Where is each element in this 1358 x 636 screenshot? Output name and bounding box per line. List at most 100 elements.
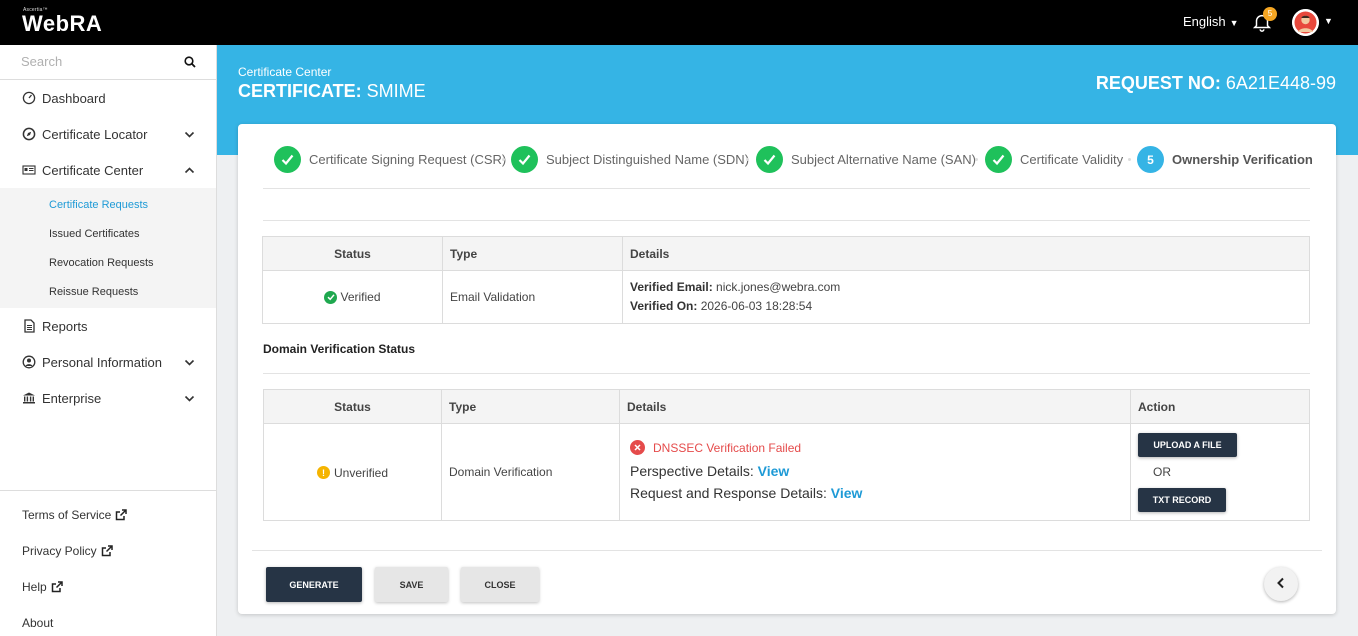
step-separator	[1128, 158, 1131, 161]
step-number: 5	[1137, 146, 1164, 173]
sidebar: Dashboard Certificate Locator Certificat…	[0, 45, 217, 636]
sidebar-subitem-revocation-requests[interactable]: Revocation Requests	[0, 248, 216, 277]
sidebar-item-certificate-locator[interactable]: Certificate Locator	[0, 116, 216, 152]
perspective-details-view-link[interactable]: View	[758, 463, 790, 479]
link-label: About	[22, 616, 54, 630]
help-link[interactable]: Help	[0, 569, 216, 605]
request-value: 6A21E448-99	[1225, 73, 1336, 93]
compass-icon	[22, 127, 36, 141]
stepper: Certificate Signing Request (CSR) Subjec…	[238, 124, 1336, 189]
step-ownership-verification[interactable]: 5 Ownership Verification	[1137, 146, 1313, 173]
sidebar-item-personal-information[interactable]: Personal Information	[0, 344, 216, 380]
step-label: Subject Alternative Name (SAN)	[791, 152, 976, 167]
language-selector[interactable]: English ▼	[1183, 14, 1239, 29]
sidebar-item-certificate-center[interactable]: Certificate Center	[0, 152, 216, 188]
divider	[263, 220, 1310, 221]
table-header-row: Status Type Details	[262, 236, 1310, 271]
type-cell: Email Validation	[442, 270, 623, 324]
step-label: Subject Distinguished Name (SDN)	[546, 152, 750, 167]
sidebar-item-label: Personal Information	[42, 354, 162, 370]
column-header: Action	[1130, 389, 1310, 424]
step-validity[interactable]: Certificate Validity	[985, 146, 1123, 173]
divider	[263, 188, 1310, 189]
document-icon	[22, 319, 36, 333]
close-button[interactable]: CLOSE	[461, 567, 539, 602]
certificate-center-submenu: Certificate Requests Issued Certificates…	[0, 188, 216, 308]
request-response-view-link[interactable]: View	[831, 485, 863, 501]
certificate-icon	[22, 163, 36, 177]
divider	[263, 373, 1310, 374]
section-title: Domain Verification Status	[263, 342, 416, 356]
notification-badge: 5	[1263, 7, 1277, 21]
status-cell: ! Unverified	[263, 423, 442, 521]
external-link-icon	[101, 545, 113, 557]
sidebar-item-enterprise[interactable]: Enterprise	[0, 380, 216, 416]
sidebar-item-dashboard[interactable]: Dashboard	[0, 80, 216, 116]
column-header: Status	[263, 389, 442, 424]
sidebar-item-reports[interactable]: Reports	[0, 308, 216, 344]
sidebar-subitem-reissue-requests[interactable]: Reissue Requests	[0, 277, 216, 306]
avatar[interactable]	[1292, 9, 1319, 36]
txt-record-button[interactable]: TXT RECORD	[1138, 487, 1226, 512]
sidebar-item-label: Reports	[42, 318, 88, 334]
chevron-left-icon	[1276, 577, 1286, 592]
search-icon[interactable]	[184, 56, 196, 71]
chevron-down-icon	[184, 128, 195, 143]
webra-logo[interactable]: Ascertia™ WebRA	[22, 7, 102, 35]
step-label: Certificate Signing Request (CSR)	[309, 152, 507, 167]
back-button[interactable]	[1264, 567, 1298, 601]
chevron-up-icon	[184, 164, 195, 179]
generate-button[interactable]: GENERATE	[266, 567, 362, 602]
error-message: DNSSEC Verification Failed	[630, 440, 1130, 455]
chevron-down-icon	[184, 392, 195, 407]
breadcrumb[interactable]: Certificate Center	[238, 65, 331, 79]
check-icon	[756, 146, 783, 173]
step-label: Ownership Verification	[1172, 152, 1313, 167]
verified-email-value: nick.jones@webra.com	[716, 280, 841, 294]
user-circle-icon	[22, 355, 36, 369]
check-icon	[511, 146, 538, 173]
link-label: Privacy Policy	[22, 544, 97, 558]
sidebar-subitem-certificate-requests[interactable]: Certificate Requests	[0, 190, 216, 219]
about-link[interactable]: About	[0, 605, 216, 636]
table-header-row: Status Type Details Action	[263, 389, 1310, 424]
user-menu-chevron-icon[interactable]: ▼	[1324, 16, 1333, 26]
upload-file-button[interactable]: UPLOAD A FILE	[1138, 432, 1237, 457]
sidebar-subitem-issued-certificates[interactable]: Issued Certificates	[0, 219, 216, 248]
check-circle-icon	[324, 290, 338, 304]
status-cell: Verified	[262, 270, 443, 324]
divider	[252, 550, 1322, 551]
step-sdn[interactable]: Subject Distinguished Name (SDN)	[511, 146, 749, 173]
detail-label: Perspective Details:	[630, 463, 754, 479]
step-separator	[502, 158, 505, 161]
error-text: DNSSEC Verification Failed	[653, 440, 802, 455]
sidebar-item-label: Dashboard	[42, 90, 106, 106]
sidebar-item-label: Enterprise	[42, 390, 102, 406]
terms-of-service-link[interactable]: Terms of Service	[0, 497, 216, 533]
search-input[interactable]	[21, 54, 171, 69]
page-title: CERTIFICATE: SMIME	[238, 81, 426, 102]
privacy-policy-link[interactable]: Privacy Policy	[0, 533, 216, 569]
save-button[interactable]: SAVE	[375, 567, 448, 602]
sidebar-search	[0, 45, 216, 80]
language-label: English	[1183, 14, 1226, 29]
step-csr[interactable]: Certificate Signing Request (CSR)	[274, 146, 506, 173]
external-link-icon	[51, 581, 63, 593]
step-separator	[975, 158, 978, 161]
action-cell: UPLOAD A FILE OR TXT RECORD	[1130, 423, 1310, 521]
warning-icon: !	[316, 466, 330, 479]
detail-label: Verified On:	[630, 299, 698, 313]
detail-label: Verified Email:	[630, 280, 713, 294]
status-badge: Verified	[340, 290, 381, 304]
column-header: Details	[622, 236, 1310, 271]
step-san[interactable]: Subject Alternative Name (SAN)	[756, 146, 976, 173]
external-link-icon	[115, 509, 128, 521]
column-header: Status	[262, 236, 443, 271]
error-icon	[630, 440, 645, 455]
dashboard-icon	[22, 91, 36, 105]
details-cell: DNSSEC Verification Failed Perspective D…	[619, 423, 1131, 521]
title-prefix: CERTIFICATE:	[238, 81, 362, 101]
table-row: Verified Email Validation Verified Email…	[262, 270, 1310, 324]
link-label: Terms of Service	[22, 508, 112, 522]
bank-icon	[22, 391, 36, 405]
